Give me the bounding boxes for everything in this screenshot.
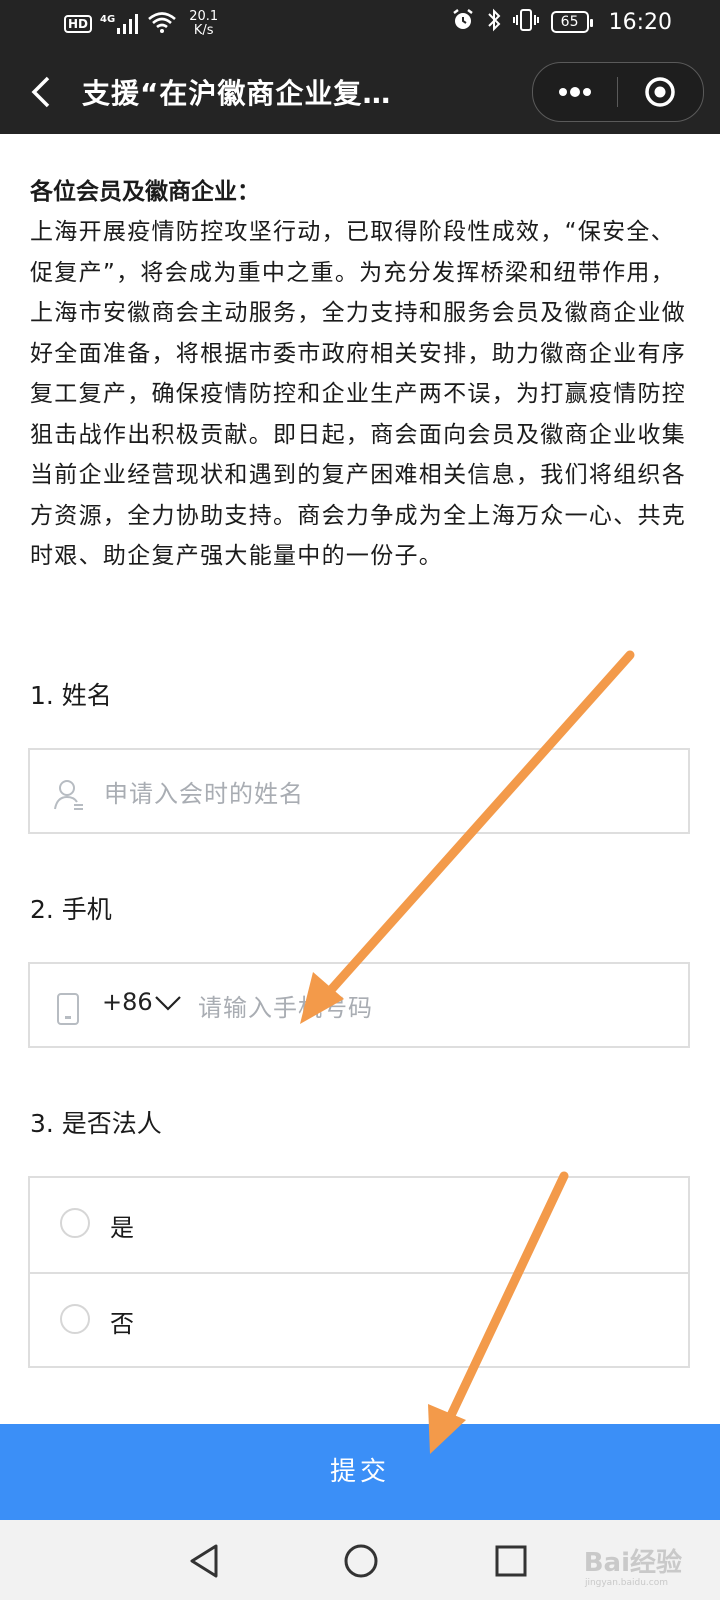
submit-button[interactable]: 提交 <box>0 1424 720 1520</box>
radio-yes[interactable] <box>60 1208 90 1238</box>
option-yes[interactable]: 是 <box>30 1178 688 1274</box>
nav-home-button[interactable] <box>336 1536 386 1586</box>
question-1-label: 1. 姓名 <box>30 681 112 710</box>
wifi-icon <box>147 11 177 37</box>
vibrate-icon <box>512 8 539 36</box>
nav-recents-button[interactable] <box>486 1536 536 1586</box>
question-3-label: 3. 是否法人 <box>30 1109 162 1138</box>
page-title: 支援“在沪徽商企业复… <box>82 77 392 110</box>
net-speed-value: 20.1 <box>189 9 219 24</box>
option-no-label: 否 <box>110 1310 134 1338</box>
back-button[interactable] <box>26 72 66 112</box>
circle-home-icon <box>344 1544 378 1578</box>
bluetooth-icon <box>487 8 501 36</box>
intro-body: 上海开展疫情防控攻坚行动，已取得阶段性成效，“保安全、促复产”，将会成为重中之重… <box>30 219 687 569</box>
radio-no[interactable] <box>60 1304 90 1334</box>
signal-type: 4G <box>100 14 116 25</box>
status-time: 16:20 <box>608 9 672 35</box>
legal-person-options: 是 否 <box>28 1176 690 1368</box>
option-yes-label: 是 <box>110 1214 134 1242</box>
battery-indicator: 65 <box>550 11 593 33</box>
chevron-down-icon[interactable] <box>154 994 182 1016</box>
chevron-left-icon <box>31 76 50 108</box>
square-recents-icon <box>495 1545 527 1577</box>
watermark-url: jingyan.baidu.com <box>584 1578 668 1588</box>
baidu-jingyan-watermark: Bai经验 <box>583 1548 682 1578</box>
status-bar: HD 4G 20.1 K/s 65 16:20 <box>0 0 720 50</box>
signal-4g-icon: 4G <box>100 14 139 34</box>
title-bar: 支援“在沪徽商企业复… <box>0 50 720 134</box>
mobile-phone-icon <box>56 992 80 1030</box>
phone-placeholder: 请输入手机号码 <box>198 994 373 1022</box>
system-nav-bar: Bai经验 jingyan.baidu.com <box>0 1520 720 1600</box>
name-placeholder: 申请入会时的姓名 <box>104 780 304 808</box>
net-speed-unit: K/s <box>193 23 214 38</box>
status-left: HD 4G 20.1 K/s <box>64 10 218 38</box>
close-miniprogram-button[interactable] <box>618 63 703 121</box>
name-field[interactable]: 申请入会时的姓名 <box>28 748 690 834</box>
target-circle-icon <box>645 77 675 107</box>
intro-heading: 各位会员及徽商企业： <box>30 179 260 205</box>
alarm-icon <box>451 8 475 36</box>
miniprogram-capsule <box>532 62 704 122</box>
network-speed: 20.1 K/s <box>189 10 218 38</box>
question-2-label: 2. 手机 <box>30 895 112 924</box>
intro-section: 各位会员及徽商企业： 上海开展疫情防控攻坚行动，已取得阶段性成效，“保安全、促复… <box>30 172 690 577</box>
phone-field[interactable]: +86 请输入手机号码 <box>28 962 690 1048</box>
status-right: 65 16:20 <box>451 8 672 36</box>
more-button[interactable] <box>533 63 617 121</box>
triangle-back-icon <box>190 1544 218 1578</box>
nav-back-button[interactable] <box>180 1536 230 1586</box>
hd-badge: HD <box>64 15 93 33</box>
option-no[interactable]: 否 <box>30 1274 688 1368</box>
user-icon <box>52 778 86 816</box>
more-dots-icon <box>559 87 591 97</box>
country-code-select[interactable]: +86 <box>102 988 153 1016</box>
